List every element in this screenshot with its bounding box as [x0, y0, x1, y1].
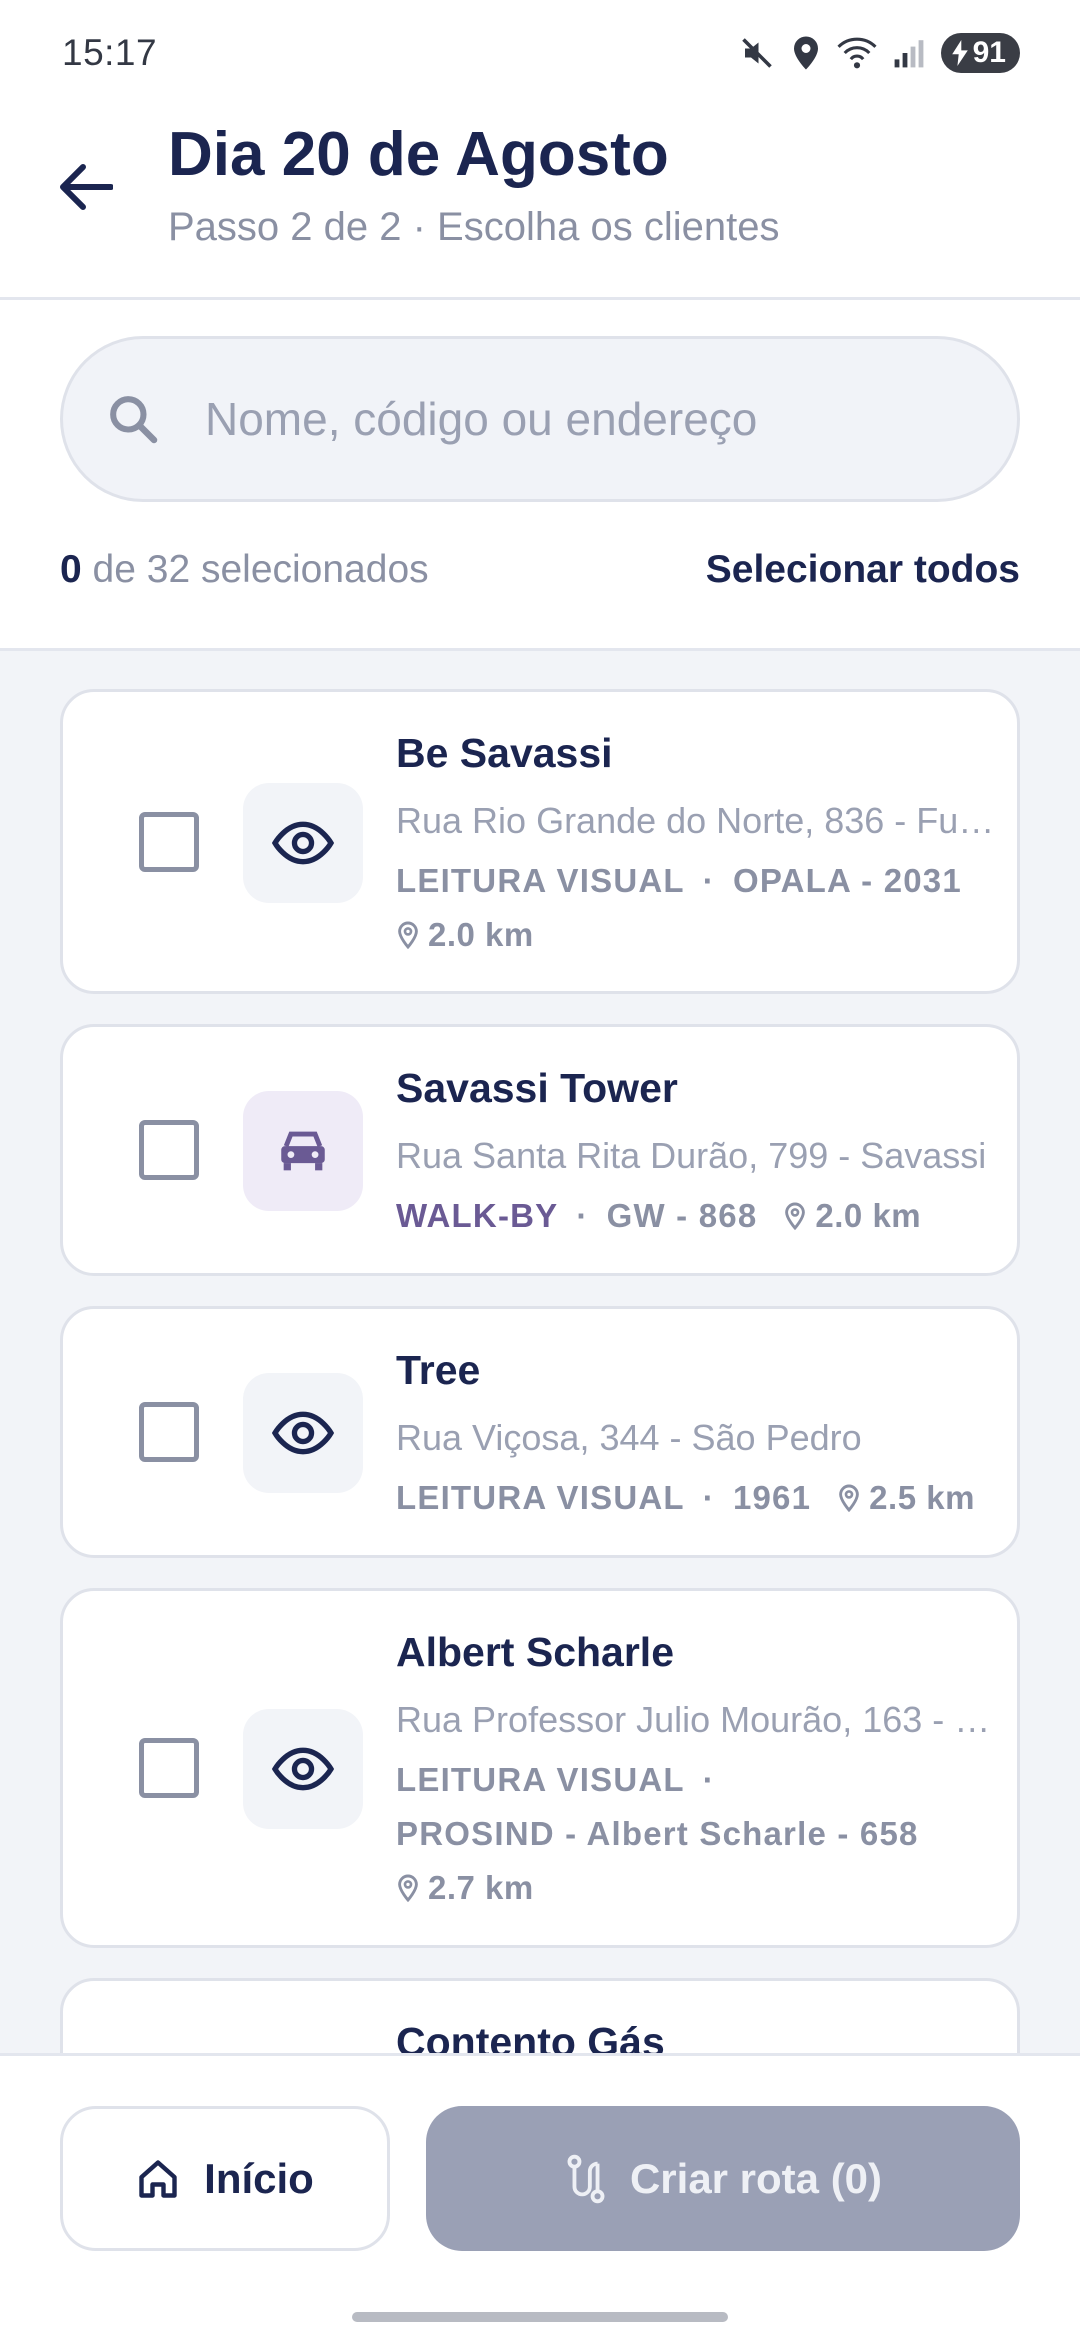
- distance-value: 2.0 km: [815, 1197, 922, 1234]
- client-name: Albert Scharle: [396, 1629, 674, 1675]
- separator-dot: ·: [702, 1479, 715, 1516]
- mute-icon: [741, 37, 772, 68]
- client-distance-row: 2.7 km: [396, 1869, 534, 1907]
- client-code: PROSIND - Albert Scharle - 658: [396, 1815, 919, 1852]
- client-card[interactable]: Albert Scharle Rua Professor Julio Mourã…: [60, 1588, 1020, 1948]
- separator-dot: ·: [576, 1197, 589, 1234]
- search-input[interactable]: [205, 392, 965, 446]
- client-name: Savassi Tower: [396, 1065, 678, 1111]
- page-title: Dia 20 de Agosto: [168, 120, 669, 189]
- client-checkbox[interactable]: [139, 1402, 199, 1462]
- pin-icon: [398, 921, 418, 950]
- client-distance: 2.7 km: [396, 1869, 534, 1907]
- client-type: LEITURA VISUAL: [396, 1479, 685, 1516]
- client-address: Rua Santa Rita Durão, 799 - Savassi: [396, 1135, 987, 1176]
- distance-value: 2.5 km: [869, 1479, 975, 1516]
- location-icon: [793, 36, 818, 69]
- home-button-label: Início: [204, 2154, 314, 2202]
- car-icon: [281, 1131, 325, 1171]
- client-type: LEITURA VISUAL: [396, 1761, 685, 1798]
- route-icon: [567, 2154, 605, 2203]
- selection-row: 0 de 32 selecionados Selecionar todos: [60, 540, 1020, 600]
- client-name: Contento Gás: [396, 2019, 665, 2053]
- home-indicator[interactable]: [352, 2312, 728, 2322]
- client-card[interactable]: Savassi Tower Rua Santa Rita Durão, 799 …: [60, 1024, 1020, 1276]
- visual-type-badge: [243, 1709, 363, 1829]
- pin-icon: [785, 1202, 806, 1231]
- client-distance: 2.5 km: [837, 1479, 975, 1517]
- battery-level: 91: [972, 35, 1006, 69]
- header: Dia 20 de Agosto Passo 2 de 2 · Escolha …: [0, 105, 1080, 300]
- client-card[interactable]: Be Savassi Rua Rio Grande do Norte, 836 …: [60, 689, 1020, 994]
- page-subtitle: Passo 2 de 2 · Escolha os clientes: [168, 205, 780, 249]
- selection-count-suffix: de 32 selecionados: [81, 548, 429, 591]
- pin-icon: [398, 1874, 418, 1903]
- visual-type-badge: [243, 783, 363, 903]
- select-all-button[interactable]: Selecionar todos: [706, 548, 1020, 592]
- client-type: LEITURA VISUAL: [396, 862, 685, 899]
- eye-icon: [271, 821, 335, 865]
- bottom-action-bar: Início Criar rota (0): [0, 2053, 1080, 2340]
- client-code: GW - 868: [606, 1197, 758, 1234]
- client-card[interactable]: Tree Rua Viçosa, 344 - São Pedro LEITURA…: [60, 1306, 1020, 1558]
- client-checkbox[interactable]: [139, 1120, 199, 1180]
- home-button[interactable]: Início: [60, 2106, 390, 2251]
- client-distance: 2.0 km: [783, 1197, 921, 1235]
- client-address: Rua Rio Grande do Norte, 836 - Funcionár…: [396, 800, 996, 841]
- client-checkbox[interactable]: [139, 1738, 199, 1798]
- status-bar: 15:17 91: [0, 0, 1080, 105]
- create-route-button[interactable]: Criar rota (0): [426, 2106, 1020, 2251]
- client-name: Be Savassi: [396, 730, 613, 776]
- back-button[interactable]: [52, 153, 120, 221]
- separator-dot: ·: [702, 862, 715, 899]
- client-code-row: PROSIND - Albert Scharle - 658: [396, 1815, 919, 1853]
- client-type: WALK-BY: [396, 1197, 559, 1234]
- client-meta: LEITURA VISUAL · OPALA - 2031: [396, 862, 962, 900]
- client-meta: LEITURA VISUAL · 1961 2.5 km: [396, 1479, 975, 1517]
- client-name: Tree: [396, 1347, 481, 1393]
- search-icon: [110, 396, 158, 444]
- wifi-icon: [837, 37, 877, 68]
- client-list[interactable]: Be Savassi Rua Rio Grande do Norte, 836 …: [0, 648, 1080, 2053]
- search-bar[interactable]: [60, 336, 1020, 502]
- client-checkbox[interactable]: [139, 812, 199, 872]
- client-distance: 2.0 km: [396, 916, 534, 954]
- back-arrow-icon: [60, 164, 113, 210]
- status-icons: 91: [739, 32, 1020, 73]
- client-card[interactable]: Contento Gás: [60, 1978, 1020, 2053]
- client-meta: LEITURA VISUAL ·: [396, 1761, 733, 1799]
- selection-count: 0 de 32 selecionados: [60, 548, 429, 592]
- distance-value: 2.7 km: [428, 1869, 534, 1906]
- signal-icon: [894, 39, 924, 67]
- home-icon: [139, 2159, 177, 2198]
- pin-icon: [839, 1484, 860, 1513]
- client-address: Rua Professor Julio Mourão, 163 - Buriti…: [396, 1699, 996, 1740]
- client-code: OPALA - 2031: [732, 862, 962, 899]
- walkby-type-badge: [243, 1091, 363, 1211]
- eye-icon: [271, 1411, 335, 1455]
- selected-number: 0: [60, 548, 82, 591]
- visual-type-badge: [243, 1373, 363, 1493]
- client-distance-row: 2.0 km: [396, 916, 534, 954]
- separator-dot: ·: [702, 1761, 715, 1798]
- client-code: 1961: [732, 1479, 812, 1516]
- client-meta: WALK-BY · GW - 868 2.0 km: [396, 1197, 921, 1235]
- distance-value: 2.0 km: [428, 916, 534, 953]
- client-address: Rua Viçosa, 344 - São Pedro: [396, 1417, 862, 1458]
- status-time: 15:17: [62, 31, 158, 73]
- eye-icon: [271, 1747, 335, 1791]
- charging-icon: [951, 39, 968, 66]
- create-route-label: Criar rota (0): [629, 2154, 883, 2202]
- battery-indicator: 91: [940, 32, 1020, 73]
